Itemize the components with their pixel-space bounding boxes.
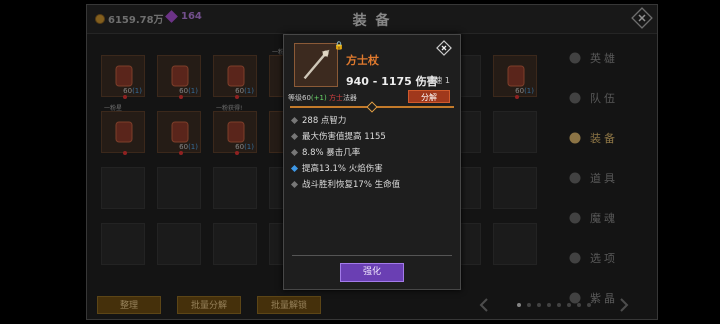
stat-line: 战斗胜利恢复17% 生命值 — [290, 178, 400, 190]
bullet-icon — [290, 148, 299, 156]
item-thumbnail — [294, 43, 338, 87]
stat-line: 提高13.1% 火焰伤害 — [290, 162, 383, 174]
item-damage: 940 - 1175 伤害 — [346, 75, 438, 88]
divider-ornament — [366, 101, 378, 113]
staff-icon — [303, 49, 330, 80]
stat-line: 最大伤害值提高 1155 — [290, 130, 386, 142]
divider — [292, 255, 452, 256]
item-requirements: 等级60(+1) 方士法器 — [288, 94, 357, 102]
lock-icon[interactable]: 🔒 — [334, 41, 344, 50]
item-detail-popup: 🔒 方士杖 940 - 1175 伤害 攻速 1 等级60(+1) 方士法器 分… — [283, 34, 461, 290]
bullet-icon — [290, 132, 299, 140]
item-name: 方士杖 — [346, 54, 379, 67]
bullet-icon — [290, 116, 299, 124]
close-icon[interactable] — [436, 40, 452, 56]
enhance-button[interactable]: 强化 — [340, 263, 404, 282]
bullet-icon — [290, 180, 299, 188]
bullet-icon — [290, 164, 299, 172]
attack-speed: 攻速 1 — [426, 76, 450, 85]
decompose-button[interactable]: 分解 — [408, 90, 450, 103]
stat-line: 288 点智力 — [290, 114, 346, 126]
stat-line: 8.8% 暴击几率 — [290, 146, 360, 158]
